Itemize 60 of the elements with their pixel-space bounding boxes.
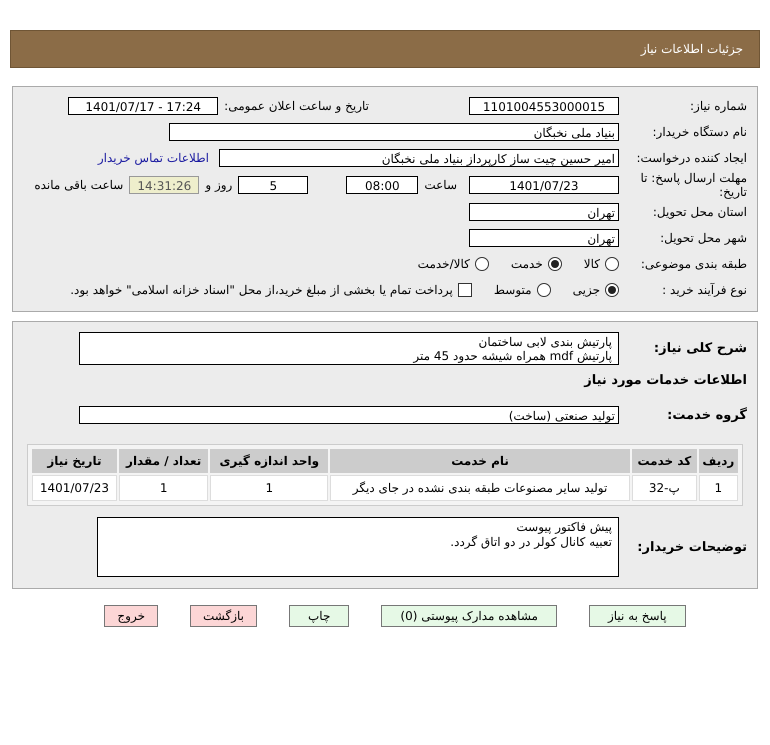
column-header: ردیف xyxy=(698,449,738,473)
field-label: نوع فرآیند خرید : xyxy=(661,283,747,297)
remaining-time-field: 14:31:26 xyxy=(129,176,200,194)
radio-button[interactable] xyxy=(474,257,489,271)
buyer-org-field: بنیاد ملی نخبگان xyxy=(169,123,619,141)
field-label: شرح کلی نیاز: xyxy=(652,341,747,356)
table-cell: 1 xyxy=(210,475,328,501)
field-label: نام دستگاه خریدار: xyxy=(652,125,747,139)
action-button[interactable]: بازگشت xyxy=(190,605,257,627)
announce-date-field: 1401/07/17 - 17:24 xyxy=(68,97,218,115)
need-number-field: 1101004553000015 xyxy=(469,97,619,115)
province-field: تهران xyxy=(469,203,619,221)
radio-button[interactable] xyxy=(605,257,619,271)
option-label: کالا xyxy=(584,257,600,271)
field-label: شهر محل تحویل: xyxy=(659,231,747,245)
requester-field: امیر حسین چیت ساز کارپرداز بنیاد ملی نخبگان xyxy=(219,149,619,167)
table-cell: 1401/07/23 xyxy=(32,475,117,501)
description-field: پارتیش بندی لابی ساختمان پارتیش mdf همراه شیشه حدود 45 متر xyxy=(79,332,619,365)
page-title: جزئیات اطلاعات نیاز xyxy=(640,42,743,56)
table-cell: پ-32 xyxy=(632,475,697,501)
radio-button[interactable] xyxy=(536,283,551,297)
column-header: واحد اندازه گیری xyxy=(210,449,328,473)
field-label: گروه خدمت: xyxy=(666,408,747,422)
field-label: تاریخ و ساعت اعلان عمومی: xyxy=(224,99,369,113)
column-header: تاریخ نیاز xyxy=(32,449,117,473)
buyer-contact-link[interactable]: اطلاعات تماس خریدار xyxy=(98,151,209,165)
action-button[interactable]: چاپ xyxy=(289,605,350,627)
field-label: توضیحات خریدار: xyxy=(636,540,747,554)
deadline-time-field: 08:00 xyxy=(346,176,418,194)
radio-button[interactable] xyxy=(548,257,562,271)
action-button[interactable]: مشاهده مدارک پیوستی (0) xyxy=(381,605,557,627)
field-label: مهلت ارسال پاسخ: تا تاریخ: xyxy=(639,171,747,199)
table-cell: تولید سایر مصنوعات طبقه بندی نشده در جای دیگر xyxy=(330,475,630,501)
option-label: کالا/خدمت xyxy=(418,257,470,271)
radio-button[interactable] xyxy=(605,283,619,297)
days-field: 5 xyxy=(238,176,308,194)
field-label: شماره نیاز: xyxy=(689,99,747,113)
column-header: کد خدمت xyxy=(632,449,697,473)
table-cell: 1 xyxy=(698,475,738,501)
action-button[interactable]: خروج xyxy=(104,605,158,627)
service-group-field: تولید صنعتی (ساخت) xyxy=(79,406,619,424)
option-label: متوسط xyxy=(494,283,532,297)
table-cell: 1 xyxy=(118,475,208,501)
checkbox[interactable] xyxy=(458,283,472,297)
option-label: خدمت xyxy=(510,257,543,271)
field-label: ساعت باقی مانده xyxy=(34,178,124,192)
action-button[interactable]: پاسخ به نیاز xyxy=(588,605,686,627)
city-field: تهران xyxy=(469,229,619,247)
field-label: ایجاد کننده درخواست: xyxy=(635,151,747,165)
section-heading: اطلاعات خدمات مورد نیاز xyxy=(582,373,747,388)
option-label: پرداخت تمام یا بخشی از مبلغ خرید،از محل "اسناد خزانه اسلامی" خواهد بود. xyxy=(70,283,453,297)
option-label: جزیی xyxy=(572,283,600,297)
field-label: استان محل تحویل: xyxy=(652,205,747,219)
field-label: ساعت xyxy=(424,178,457,192)
field-label: طبقه بندی موضوعی: xyxy=(640,257,747,271)
deadline-date-field: 1401/07/23 xyxy=(469,176,619,194)
column-header: تعداد / مقدار xyxy=(118,449,208,473)
field-label: روز و xyxy=(205,178,232,192)
buyer-notes-field: پیش فاکتور پیوست تعبیه کانال کولر در دو اتاق گردد. xyxy=(97,517,619,577)
column-header: نام خدمت xyxy=(330,449,630,473)
